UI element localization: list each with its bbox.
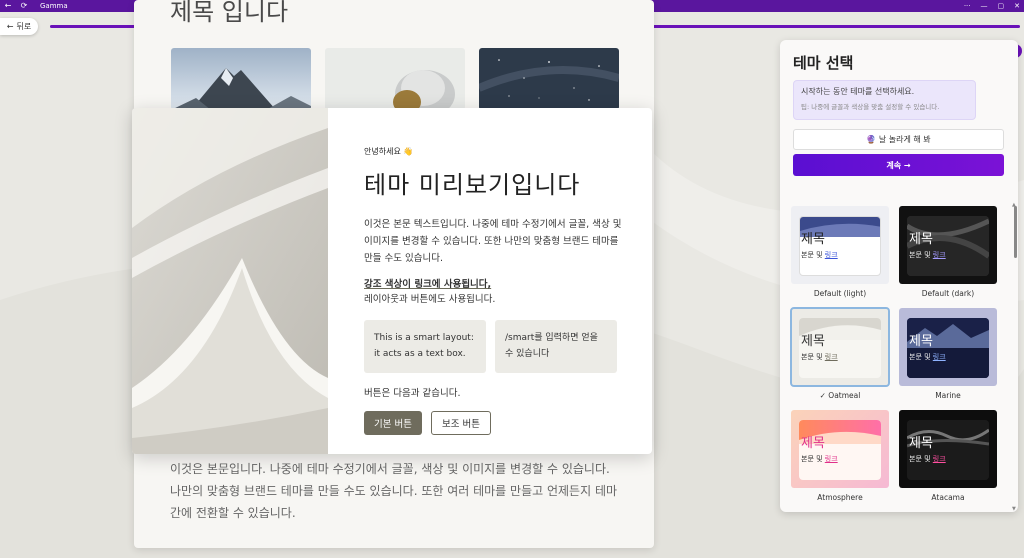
continue-button[interactable]: 계속 → — [793, 154, 1004, 176]
theme-option-default-light[interactable]: 제목 본문 및 링크 Default (light) — [791, 206, 889, 298]
theme-panel: 테마 선택 시작하는 동안 테마를 선택하세요. 팁: 나중에 글꼴과 색상을 … — [780, 40, 1018, 512]
more-options-icon[interactable]: ··· — [964, 2, 971, 10]
theme-card-link: 본문 및 링크 — [909, 251, 946, 259]
accent-link[interactable]: 강조 색상이 링크에 사용됩니다, — [364, 277, 624, 292]
back-button[interactable]: ← 뒤로 — [0, 18, 38, 35]
theme-card-link: 본문 및 링크 — [801, 455, 838, 463]
scroll-down-icon[interactable]: ▼ — [1012, 506, 1017, 512]
theme-card-link: 본문 및 링크 — [801, 353, 838, 361]
theme-card[interactable]: 제목 본문 및 링크 — [899, 308, 997, 386]
theme-option-marine[interactable]: 제목 본문 및 링크 Marine — [899, 308, 997, 400]
document-body: 이것은 본문입니다. 나중에 테마 수정기에서 글꼴, 색상 및 이미지를 변경… — [170, 462, 618, 520]
theme-option-atacama[interactable]: 제목 본문 및 링크 Atacama — [899, 410, 997, 502]
surprise-me-button[interactable]: 🔮 날 놀라게 해 봐 — [793, 129, 1004, 150]
smart-box: This is a smart layout: it acts as a tex… — [364, 320, 486, 373]
button-row: 기본 버튼 보조 버튼 — [364, 411, 624, 435]
theme-card[interactable]: 제목 본문 및 링크 — [899, 410, 997, 488]
refresh-icon[interactable]: ⟳ — [16, 0, 32, 12]
theme-card-title: 제목 — [801, 334, 825, 349]
secondary-button[interactable]: 보조 버튼 — [430, 411, 491, 435]
theme-name: Default (light) — [813, 289, 867, 298]
accent-subtext: 레이아웃과 버튼에도 사용됩니다. — [364, 294, 496, 305]
panel-title: 테마 선택 — [793, 54, 854, 72]
theme-name: Marine — [935, 391, 961, 400]
preview-title: 테마 미리보기입니다 — [364, 171, 581, 199]
theme-name: ✓ Oatmeal — [819, 391, 861, 400]
theme-preview-card: 안녕하세요 👋 테마 미리보기입니다 이것은 본문 텍스트입니다. 나중에 테마… — [132, 108, 652, 454]
theme-card-link: 본문 및 링크 — [909, 455, 946, 463]
document-heading: 제목 입니다 — [170, 0, 289, 26]
window-controls: ··· — ▢ ✕ — [964, 0, 1020, 12]
arrow-left-icon[interactable]: ← — [0, 0, 16, 12]
theme-card-link: 본문 및 링크 — [801, 251, 838, 259]
back-label: 뒤로 — [16, 22, 32, 31]
minimize-icon[interactable]: — — [981, 2, 988, 10]
app-title: Gamma — [40, 2, 68, 10]
night-sky-image — [479, 48, 619, 110]
theme-option-default-dark[interactable]: 제목 본문 및 링크 Default (dark) — [899, 206, 997, 298]
theme-name: Atacama — [931, 493, 965, 502]
helmet-image — [325, 48, 465, 110]
info-box: 시작하는 동안 테마를 선택하세요. 팁: 나중에 글꼴과 색상을 맞춤 설정할… — [793, 80, 976, 120]
arrow-left-icon: ← — [6, 22, 14, 31]
greeting-text: 안녕하세요 👋 — [364, 147, 414, 156]
theme-card[interactable]: 제목 본문 및 링크 — [899, 206, 997, 284]
theme-card-title: 제목 — [801, 436, 825, 451]
close-icon[interactable]: ✕ — [1014, 2, 1020, 10]
theme-card-title: 제목 — [801, 232, 825, 247]
mountain-image — [171, 48, 311, 110]
theme-name: Atmosphere — [817, 493, 863, 502]
theme-card[interactable]: 제목 본문 및 링크 — [790, 307, 890, 387]
theme-card[interactable]: 제목 본문 및 링크 — [791, 206, 889, 284]
theme-option-oatmeal[interactable]: 제목 본문 및 링크 ✓ Oatmeal — [790, 307, 890, 400]
theme-option-atmosphere[interactable]: 제목 본문 및 링크 Atmosphere — [791, 410, 889, 502]
theme-card-title: 제목 — [909, 232, 933, 247]
info-tip: 팁: 나중에 글꼴과 색상을 맞춤 설정할 수 있습니다. — [801, 103, 940, 111]
smart-layout: This is a smart layout: it acts as a tex… — [364, 320, 624, 373]
info-text: 시작하는 동안 테마를 선택하세요. — [801, 87, 915, 96]
smart-box: /smart를 입력하면 얻을 수 있습니다 — [495, 320, 617, 373]
scrollbar-thumb[interactable] — [1014, 206, 1017, 258]
theme-card-link: 본문 및 링크 — [909, 353, 946, 361]
theme-card-title: 제목 — [909, 436, 933, 451]
preview-paragraph: 이것은 본문 텍스트입니다. 나중에 테마 수정기에서 글꼴, 색상 및 이미지… — [364, 219, 622, 264]
theme-card[interactable]: 제목 본문 및 링크 — [791, 410, 889, 488]
primary-button[interactable]: 기본 버튼 — [364, 411, 422, 435]
maximize-icon[interactable]: ▢ — [998, 2, 1005, 10]
theme-card-title: 제목 — [909, 334, 933, 349]
theme-name: Default (dark) — [921, 289, 975, 298]
abstract-wave-image — [132, 108, 328, 454]
buttons-label: 버튼은 다음과 같습니다. — [364, 388, 461, 399]
